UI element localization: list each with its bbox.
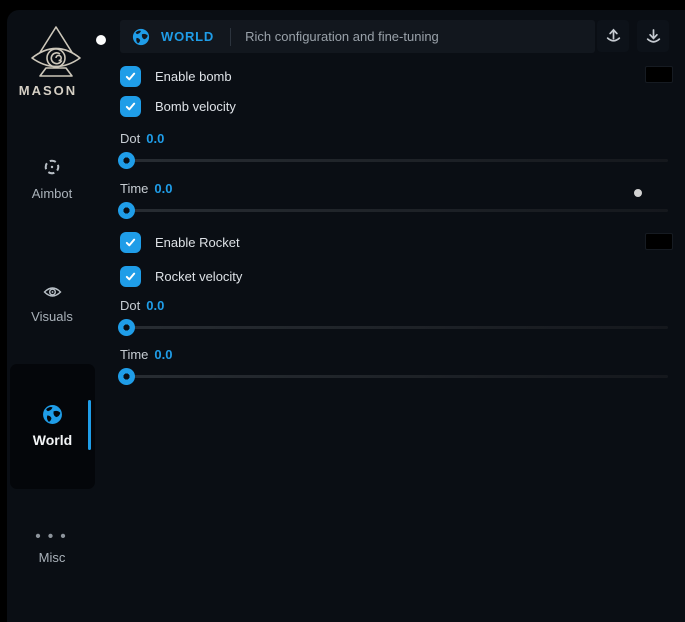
checkmark-icon (124, 70, 137, 83)
slider-handle[interactable] (118, 319, 135, 336)
slider-label: Time (120, 347, 148, 362)
cursor-dot (96, 35, 106, 45)
slider-value: 0.0 (146, 298, 164, 313)
checkmark-icon (124, 270, 137, 283)
crosshair-icon (43, 158, 61, 176)
slider-label-row: Time 0.0 (120, 181, 668, 196)
sidebar-item-misc[interactable]: • • • Misc (7, 528, 97, 565)
dot-slider[interactable] (120, 326, 668, 329)
slider-label: Time (120, 181, 148, 196)
slider-value: 0.0 (154, 347, 172, 362)
upload-icon (605, 28, 622, 45)
bomb-color-swatch[interactable] (645, 66, 673, 83)
sidebar-item-label: World (10, 432, 95, 448)
page-header: WORLD Rich configuration and fine-tuning (120, 20, 595, 53)
cheat-menu-window: MASON Aimbot Visuals (7, 10, 685, 622)
page-subtitle: Rich configuration and fine-tuning (245, 29, 439, 44)
sidebar-item-visuals[interactable]: Visuals (7, 285, 97, 324)
download-config-button[interactable] (637, 20, 669, 52)
time-slider[interactable] (120, 209, 668, 212)
checkbox-row-bomb-velocity: Bomb velocity (120, 96, 668, 117)
sidebar-item-label: Misc (7, 550, 97, 565)
slider-value: 0.0 (146, 131, 164, 146)
upload-config-button[interactable] (597, 20, 629, 52)
checkmark-icon (124, 236, 137, 249)
brand-name: MASON (13, 83, 83, 98)
checkbox-row-rocket-velocity: Rocket velocity (120, 266, 668, 287)
checkmark-icon (124, 100, 137, 113)
sidebar-item-world[interactable]: World (10, 364, 95, 489)
enable-bomb-checkbox[interactable] (120, 66, 141, 87)
sidebar-item-aimbot[interactable]: Aimbot (7, 158, 97, 201)
slider-label: Dot (120, 131, 140, 146)
globe-icon (10, 404, 95, 430)
mason-logo-icon (27, 25, 85, 86)
slider-label-row: Time 0.0 (120, 347, 668, 362)
active-tab-indicator (88, 400, 91, 450)
checkbox-row-enable-bomb: Enable bomb (120, 66, 668, 87)
page-title: WORLD (161, 29, 214, 44)
ellipsis-icon: • • • (7, 528, 97, 545)
slider-label: Dot (120, 298, 140, 313)
cursor-dot-small (634, 189, 642, 197)
download-icon (645, 28, 662, 45)
eye-icon (43, 285, 62, 299)
rocket-velocity-checkbox[interactable] (120, 266, 141, 287)
slider-handle[interactable] (118, 368, 135, 385)
sidebar-item-label: Aimbot (7, 186, 97, 201)
slider-value: 0.0 (154, 181, 172, 196)
checkbox-label: Bomb velocity (155, 99, 236, 114)
dot-slider[interactable] (120, 159, 668, 162)
checkbox-label: Enable bomb (155, 69, 232, 84)
enable-rocket-checkbox[interactable] (120, 232, 141, 253)
globe-icon (132, 28, 150, 46)
checkbox-label: Rocket velocity (155, 269, 242, 284)
sidebar-item-label: Visuals (7, 309, 97, 324)
bomb-velocity-checkbox[interactable] (120, 96, 141, 117)
slider-handle[interactable] (118, 202, 135, 219)
header-divider (230, 28, 231, 46)
rocket-color-swatch[interactable] (645, 233, 673, 250)
checkbox-label: Enable Rocket (155, 235, 240, 250)
slider-label-row: Dot 0.0 (120, 131, 668, 146)
time-slider[interactable] (120, 375, 668, 378)
checkbox-row-enable-rocket: Enable Rocket (120, 232, 668, 253)
slider-handle[interactable] (118, 152, 135, 169)
screen: MASON Aimbot Visuals (0, 0, 685, 622)
slider-label-row: Dot 0.0 (120, 298, 668, 313)
